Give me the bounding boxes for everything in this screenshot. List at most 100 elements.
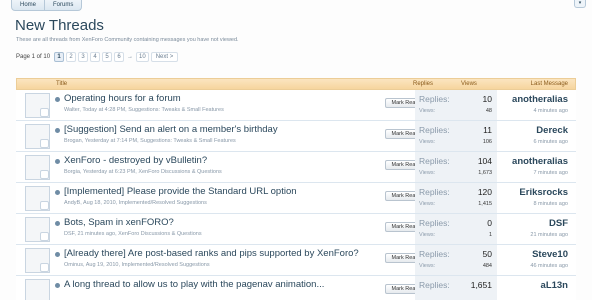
page-link-last[interactable]: 10 <box>136 52 149 62</box>
thread-author[interactable]: Brogan <box>64 138 82 144</box>
breadcrumb: Home Forums <box>11 0 83 11</box>
views-label: Views: <box>419 170 436 176</box>
last-poster[interactable]: Eriksrocks <box>519 187 568 198</box>
unread-icon <box>55 221 60 226</box>
views-count: 106 <box>482 139 492 145</box>
page-link-3[interactable]: 3 <box>78 52 89 62</box>
table-row: A long thread to allow us to play with t… <box>16 276 576 300</box>
avatar[interactable] <box>25 217 50 242</box>
breadcrumb-forums[interactable]: Forums <box>45 0 83 11</box>
views-count: 1 <box>488 232 492 238</box>
views-count: 48 <box>485 108 492 114</box>
avatar[interactable] <box>25 186 50 211</box>
column-last-message[interactable]: Last Message <box>531 81 568 87</box>
thread-stats: Replies: 120 Views: 1,415 <box>415 183 497 213</box>
jump-menu-icon[interactable]: ▾ <box>574 0 586 8</box>
avatar[interactable] <box>25 248 50 273</box>
avatar[interactable] <box>25 93 50 118</box>
last-poster[interactable]: anotheralias <box>512 156 568 167</box>
avatar[interactable] <box>25 279 50 300</box>
thread-title[interactable]: Operating hours for a forum <box>64 93 181 104</box>
last-poster[interactable]: anotheralias <box>512 94 568 105</box>
thread-forum[interactable]: Implemented/Resolved Suggestions <box>119 200 207 206</box>
thread-forum[interactable]: Suggestions: Tweaks & Small Features <box>140 138 236 144</box>
thread-title[interactable]: A long thread to allow us to play with t… <box>64 279 324 290</box>
last-poster[interactable]: aL13n <box>541 280 568 291</box>
page-link-5[interactable]: 5 <box>102 52 113 62</box>
thread-author[interactable]: Ominus <box>64 262 83 268</box>
thread-title[interactable]: [Suggestion] Send an alert on a member's… <box>64 124 278 135</box>
thread-forum[interactable]: Implemented/Resolved Suggestions <box>122 262 210 268</box>
replies-label: Replies: <box>419 156 450 166</box>
last-post-date: 4 minutes ago <box>533 108 568 114</box>
thread-meta: Ominus, Aug 19, 2010, Implemented/Resolv… <box>64 262 210 268</box>
poster-avatar-icon <box>40 108 49 117</box>
thread-author[interactable]: Borgia <box>64 169 80 175</box>
thread-title[interactable]: [Already there] Are post-based ranks and… <box>64 248 359 259</box>
breadcrumb-home[interactable]: Home <box>11 0 46 11</box>
column-views[interactable]: Views <box>461 81 477 87</box>
page-link-1[interactable]: 1 <box>54 52 65 62</box>
views-label: Views: <box>419 108 436 114</box>
replies-label: Replies: <box>419 125 450 135</box>
views-count: 1,673 <box>478 170 492 176</box>
unread-icon <box>55 252 60 257</box>
table-row: [Suggestion] Send an alert on a member's… <box>16 121 576 152</box>
unread-icon <box>55 97 60 102</box>
replies-label: Replies: <box>419 218 450 228</box>
poster-avatar-icon <box>40 232 49 241</box>
thread-date: 21 minutes ago <box>77 231 116 237</box>
replies-label: Replies: <box>419 94 450 104</box>
page-link-2[interactable]: 2 <box>66 52 77 62</box>
page-nav: Page 1 of 10 1 2 3 4 5 6 → 10 Next > <box>16 52 179 62</box>
replies-count: 10 <box>482 94 492 104</box>
page-nav-label: Page 1 of 10 <box>16 54 51 60</box>
views-label: Views: <box>419 201 436 207</box>
views-count: 484 <box>482 263 492 269</box>
views-count: 1,415 <box>478 201 492 207</box>
last-poster[interactable]: Steve10 <box>532 249 568 260</box>
thread-meta: Brogan, Yesterday at 7:14 PM, Suggestion… <box>64 138 236 144</box>
thread-meta: Borgia, Yesterday at 6:23 PM, XenForo Di… <box>64 169 222 175</box>
table-row: XenForo - destroyed by vBulletin? Borgia… <box>16 152 576 183</box>
last-poster[interactable]: Dereck <box>536 125 568 136</box>
thread-author[interactable]: Walter <box>64 107 79 113</box>
thread-title[interactable]: [Implemented] Please provide the Standar… <box>64 186 297 197</box>
unread-icon <box>55 190 60 195</box>
last-post-date: 46 minutes ago <box>530 263 568 269</box>
views-label: Views: <box>419 232 436 238</box>
page-link-4[interactable]: 4 <box>90 52 101 62</box>
thread-stats: Replies: 11 Views: 106 <box>415 121 497 151</box>
poster-avatar-icon <box>40 170 49 179</box>
replies-label: Replies: <box>419 249 450 259</box>
thread-title[interactable]: Bots, Spam in xenFORO? <box>64 217 174 228</box>
page-next-button[interactable]: Next > <box>150 52 179 62</box>
thread-author[interactable]: DSF <box>64 231 74 237</box>
table-row: [Implemented] Please provide the Standar… <box>16 183 576 214</box>
column-title[interactable]: Title <box>56 81 67 87</box>
replies-count: 1,651 <box>470 280 492 290</box>
thread-stats: Replies: 10 Views: 48 <box>415 90 497 120</box>
last-poster[interactable]: DSF <box>549 218 568 229</box>
thread-forum[interactable]: XenForo Discussions & Questions <box>138 169 221 175</box>
last-post-date: 8 minutes ago <box>533 201 568 207</box>
table-header: Title Replies Views Last Message <box>16 78 576 90</box>
table-row: Bots, Spam in xenFORO? DSF, 21 minutes a… <box>16 214 576 245</box>
avatar[interactable] <box>25 124 50 149</box>
thread-meta: Walter, Today at 4:28 PM, Suggestions: T… <box>64 107 224 113</box>
thread-date: Yesterday at 7:14 PM <box>84 138 138 144</box>
thread-date: Today at 4:28 PM <box>82 107 126 113</box>
column-replies[interactable]: Replies <box>413 81 433 87</box>
table-row: [Already there] Are post-based ranks and… <box>16 245 576 276</box>
last-post-date: 21 minutes ago <box>530 232 568 238</box>
avatar[interactable] <box>25 155 50 180</box>
thread-forum[interactable]: Suggestions: Tweaks & Small Features <box>128 107 224 113</box>
page-skip-arrow[interactable]: → <box>127 54 133 60</box>
last-post-date: 6 minutes ago <box>533 139 568 145</box>
table-row: Operating hours for a forum Walter, Toda… <box>16 90 576 121</box>
page-link-6[interactable]: 6 <box>114 52 125 62</box>
thread-forum[interactable]: XenForo Discussions & Questions <box>118 231 201 237</box>
last-post-date: 7 minutes ago <box>533 170 568 176</box>
thread-author[interactable]: AndyB <box>64 200 80 206</box>
thread-title[interactable]: XenForo - destroyed by vBulletin? <box>64 155 207 166</box>
